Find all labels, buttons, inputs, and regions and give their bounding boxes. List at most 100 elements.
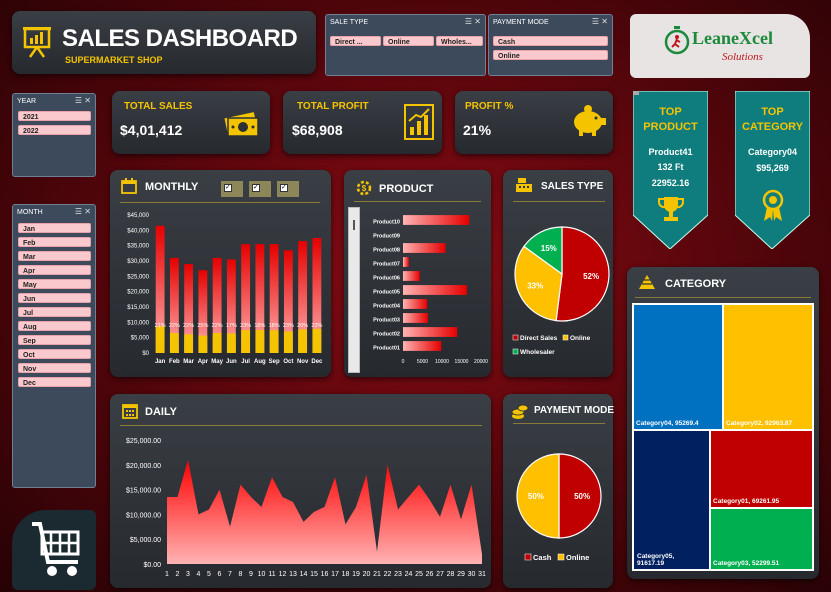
pie-data-label: 33% <box>527 282 543 291</box>
product-bar <box>403 341 442 351</box>
month-option[interactable]: Jan <box>18 223 91 233</box>
clear-filter-icon[interactable]: ☰ ✕ <box>465 17 481 26</box>
daily-area-chart: $0.00 $5,000.00 $10,000.00 $15,000.00 $20,00… <box>126 438 486 578</box>
year-slicer: YEAR ☰ ✕ 2021 2022 <box>12 93 96 177</box>
month-option[interactable]: Sep <box>18 335 91 345</box>
kpi-label: PROFIT % <box>465 101 514 112</box>
x-tick-label: 29 <box>457 571 465 578</box>
monthly-profit-bar <box>226 333 236 353</box>
payment-mode-slicer-label: PAYMENT MODE <box>493 19 549 26</box>
y-tick-label: $5,000.00 <box>130 537 161 544</box>
clear-filter-icon[interactable]: ☰ ✕ <box>592 17 608 26</box>
x-tick-label: 18 <box>342 571 350 578</box>
kpi-value: $68,908 <box>292 122 343 138</box>
top-product-title: TOP <box>659 106 682 118</box>
data-label: 18% <box>254 323 265 329</box>
product-bar <box>403 285 467 295</box>
treemap-tile-category04[interactable]: Category04, 95269.4 <box>634 305 722 429</box>
x-tick-label: 12 <box>279 571 287 578</box>
month-option[interactable]: Feb <box>18 237 91 247</box>
product-bar <box>403 243 446 253</box>
x-tick-label: 9 <box>249 571 253 578</box>
y-tick-label: $0.00 <box>143 562 161 569</box>
legend-swatch <box>557 553 565 561</box>
sale-type-option-wholesale[interactable]: Wholes... <box>436 36 483 46</box>
y-tick-label: Product03 <box>373 317 400 323</box>
money-icon <box>224 105 260 144</box>
x-tick-label: 10 <box>258 571 266 578</box>
top-product-card: TOP PRODUCT Product41 132 Ft 22952.16 <box>633 91 708 249</box>
monthly-profit-bar <box>241 330 251 353</box>
y-tick-label: Product06 <box>373 275 400 281</box>
clear-filter-icon[interactable]: ☰ ✕ <box>75 207 91 216</box>
shopping-cart-icon <box>30 518 86 587</box>
dashboard-title: SALES DASHBOARD <box>62 25 298 52</box>
kpi-total-profit: TOTAL PROFIT $68,908 <box>283 91 442 154</box>
month-option[interactable]: Jul <box>18 307 91 317</box>
cart-icon-tile <box>12 510 96 590</box>
clear-filter-icon[interactable]: ☰ ✕ <box>75 96 91 105</box>
x-tick-label: 23 <box>394 571 402 578</box>
logo-brand-text: LeaneXcel <box>692 28 773 48</box>
x-tick-label: Sep <box>269 359 280 365</box>
data-label: 21% <box>155 323 166 329</box>
top-product-name: Product41 <box>648 147 693 157</box>
month-option[interactable]: Oct <box>18 349 91 359</box>
payment-option-online[interactable]: Online <box>493 50 608 60</box>
payment-option-cash[interactable]: Cash <box>493 36 608 46</box>
stopwatch-runner-icon <box>664 25 690 55</box>
month-option[interactable]: Mar <box>18 251 91 261</box>
x-tick-label: 8 <box>239 571 243 578</box>
month-option[interactable]: May <box>18 279 91 289</box>
y-tick-label: $10,000.00 <box>126 512 161 519</box>
y-tick-label: Product10 <box>373 219 400 225</box>
month-option[interactable]: Nov <box>18 363 91 373</box>
x-tick-label: 30 <box>468 571 476 578</box>
x-tick-label: Feb <box>169 359 180 365</box>
month-option[interactable]: Dec <box>18 377 91 387</box>
product-bar-chart: Product10 Product09 Product08 Product07 Prod… <box>373 215 488 365</box>
monthly-bar-chart: $0 $5,000 $10,000 $15,000 $20,000 $25,000 $30,… <box>127 213 323 365</box>
year-option[interactable]: 2022 <box>18 125 91 135</box>
sale-type-option-online[interactable]: Online <box>383 36 434 46</box>
category-panel: CATEGORY Category04, 95269.4 Category02,… <box>627 267 819 579</box>
pie-data-label: 15% <box>541 244 557 253</box>
y-tick-label: Product02 <box>373 331 400 337</box>
y-tick-label: $5,000 <box>131 336 150 342</box>
treemap-tile-category01[interactable]: Category01, 69261.95 <box>711 431 812 507</box>
x-tick-label: Oct <box>283 359 293 365</box>
sales-type-pie-chart: 52% 33% 15% Direct Sales Online Wholesaler <box>512 226 610 356</box>
sale-type-option-direct[interactable]: Direct ... <box>330 36 381 46</box>
product-panel: $ PRODUCT Product10 Product09 Product08 Pro… <box>344 170 491 377</box>
data-label: 22% <box>212 323 223 329</box>
monthly-profit-bar <box>312 328 322 353</box>
y-tick-label: $20,000 <box>127 290 149 296</box>
x-tick-label: 5000 <box>417 359 428 365</box>
x-tick-label: 10000 <box>435 359 449 365</box>
product-bar <box>403 215 470 225</box>
kpi-total-sales: TOTAL SALES $4,01,412 <box>112 91 270 154</box>
kpi-label: TOTAL PROFIT <box>297 101 369 112</box>
legend-label: Wholesaler <box>520 349 555 356</box>
x-tick-label: 17 <box>331 571 339 578</box>
treemap-tile-category03[interactable]: Category03, 52299.51 <box>711 509 812 569</box>
y-tick-label: $40,000 <box>127 228 149 234</box>
top-product-title: PRODUCT <box>643 121 698 133</box>
x-tick-label: 11 <box>268 571 275 578</box>
payment-mode-slicer: PAYMENT MODE ☰ ✕ Cash Online <box>488 14 613 76</box>
month-option[interactable]: Jun <box>18 293 91 303</box>
company-logo: LeaneXcel Solutions <box>630 14 810 78</box>
treemap-label: Category03, 52299.51 <box>713 560 780 567</box>
pie-data-label: 50% <box>574 492 590 501</box>
monthly-profit-bar <box>255 330 265 353</box>
treemap-tile-category02[interactable]: Category02, 92963.87 <box>724 305 812 429</box>
piggy-bank-icon <box>571 103 607 142</box>
treemap-tile-category05[interactable]: Category05, 91617.19 <box>634 431 709 569</box>
top-category-card: TOP CATEGORY Category04 $95,269 <box>735 91 810 249</box>
month-option[interactable]: Aug <box>18 321 91 331</box>
year-option[interactable]: 2021 <box>18 111 91 121</box>
x-tick-label: 20 <box>363 571 371 578</box>
header-panel: SALES DASHBOARD SUPERMARKET SHOP <box>12 11 316 74</box>
month-option[interactable]: Apr <box>18 265 91 275</box>
monthly-profit-bar <box>269 330 279 353</box>
